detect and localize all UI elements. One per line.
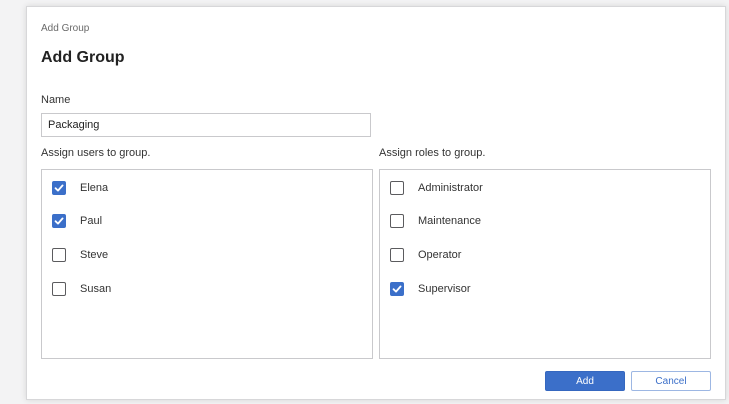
- role-label: Supervisor: [418, 283, 471, 295]
- user-label: Susan: [80, 283, 112, 295]
- roles-list: Administrator Maintenance Operator Super…: [379, 169, 711, 359]
- user-item-steve[interactable]: Steve: [52, 246, 108, 264]
- role-item-operator[interactable]: Operator: [390, 246, 461, 264]
- role-label: Administrator: [418, 182, 483, 194]
- role-label: Operator: [418, 249, 462, 261]
- group-name-input[interactable]: [41, 113, 371, 137]
- users-list: Elena Paul Steve Susan: [41, 169, 373, 359]
- checkbox[interactable]: [390, 181, 404, 195]
- checkbox[interactable]: [52, 181, 66, 195]
- role-item-maintenance[interactable]: Maintenance: [390, 212, 481, 230]
- name-label: Name: [41, 94, 71, 106]
- check-icon: [392, 285, 402, 293]
- checkbox[interactable]: [52, 282, 66, 296]
- check-icon: [54, 217, 64, 225]
- user-label: Paul: [80, 215, 103, 227]
- checkbox[interactable]: [52, 214, 66, 228]
- user-item-paul[interactable]: Paul: [52, 212, 102, 230]
- user-label: Steve: [80, 249, 109, 261]
- checkbox[interactable]: [390, 248, 404, 262]
- add-button[interactable]: Add: [545, 371, 625, 391]
- check-icon: [54, 184, 64, 192]
- user-item-susan[interactable]: Susan: [52, 280, 111, 298]
- breadcrumb[interactable]: Add Group: [41, 23, 89, 34]
- add-group-dialog: Add Group Add Group Name Assign users to…: [26, 6, 726, 400]
- assign-users-label: Assign users to group.: [41, 147, 151, 159]
- page-title: Add Group: [41, 49, 125, 66]
- user-item-elena[interactable]: Elena: [52, 179, 108, 197]
- user-label: Elena: [80, 182, 109, 194]
- role-item-supervisor[interactable]: Supervisor: [390, 280, 471, 298]
- assign-roles-label: Assign roles to group.: [379, 147, 486, 159]
- checkbox[interactable]: [52, 248, 66, 262]
- role-label: Maintenance: [418, 215, 481, 227]
- checkbox[interactable]: [390, 214, 404, 228]
- cancel-button[interactable]: Cancel: [631, 371, 711, 391]
- role-item-administrator[interactable]: Administrator: [390, 179, 483, 197]
- checkbox[interactable]: [390, 282, 404, 296]
